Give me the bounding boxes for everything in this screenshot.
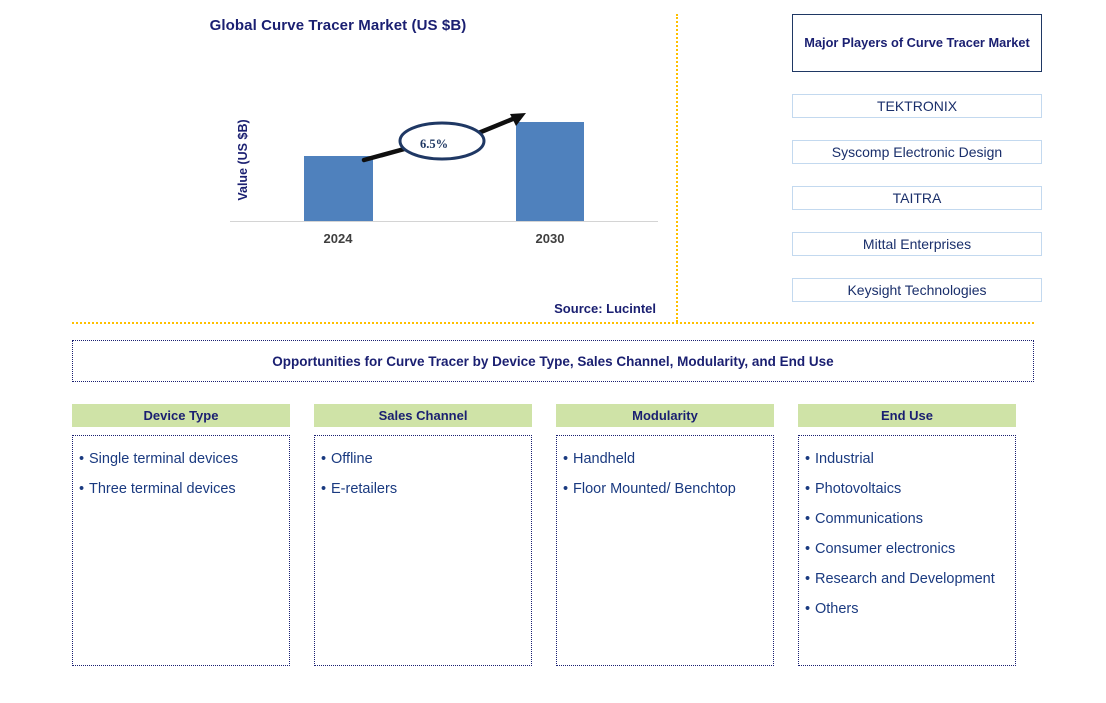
category-header-label-sales-channel: Sales Channel — [378, 408, 468, 423]
horizontal-dotted-divider — [72, 322, 1034, 324]
list-item: • Single terminal devices — [79, 444, 283, 474]
chart-title: Global Curve Tracer Market (US $B) — [209, 17, 467, 34]
list-item: • Research and Development — [805, 564, 1009, 594]
list-item-label: E-retailers — [331, 481, 398, 497]
player-box-4[interactable]: Mittal Enterprises — [792, 232, 1042, 256]
list-item-label: Communications — [815, 511, 923, 527]
player-box-1[interactable]: TEKTRONIX — [792, 94, 1042, 118]
category-header-label-end-use: End Use — [880, 408, 933, 423]
opportunities-banner-label: Opportunities for Curve Tracer by Device… — [272, 353, 834, 369]
list-item-label: Photovoltaics — [815, 481, 902, 497]
chart-panel: Global Curve Tracer Market (US $B) Value… — [0, 0, 676, 322]
category-header-end-use: End Use — [798, 404, 1016, 427]
list-item-label: Floor Mounted/ Benchtop — [573, 481, 736, 497]
category-column-modularity: Modularity • Handheld • Floor Mounted/ B… — [556, 404, 774, 666]
bullet-icon: • — [805, 601, 811, 617]
bullet-icon: • — [79, 451, 85, 467]
category-column-end-use: End Use • Industrial • Photovoltaics • C… — [798, 404, 1016, 666]
player-name-1: TEKTRONIX — [876, 98, 958, 114]
list-item-label: Three terminal devices — [89, 481, 236, 497]
list-item: • Others — [805, 594, 1009, 624]
bullet-icon: • — [805, 571, 811, 587]
bullet-icon: • — [563, 451, 569, 467]
list-item: • Three terminal devices — [79, 474, 283, 504]
bullet-icon: • — [805, 451, 811, 467]
list-item-label: Single terminal devices — [89, 451, 239, 467]
major-players-header: Major Players of Curve Tracer Market — [792, 14, 1042, 72]
list-item: • Handheld — [563, 444, 767, 474]
list-item-label: Consumer electronics — [815, 541, 956, 557]
list-item: • Floor Mounted/ Benchtop — [563, 474, 767, 504]
bullet-icon: • — [805, 481, 811, 497]
source-note: Source: Lucintel — [554, 301, 656, 316]
opportunity-category-columns: Device Type • Single terminal devices • … — [72, 404, 1034, 666]
list-item-label: Others — [815, 601, 859, 617]
bullet-icon: • — [805, 541, 811, 557]
category-body-device-type: • Single terminal devices • Three termin… — [72, 435, 290, 666]
chart-x-axis-line — [230, 221, 658, 222]
x-tick-label-2030: 2030 — [535, 231, 565, 246]
category-column-device-type: Device Type • Single terminal devices • … — [72, 404, 290, 666]
y-axis-label: Value (US $B) — [236, 119, 250, 201]
opportunities-banner: Opportunities for Curve Tracer by Device… — [72, 340, 1034, 382]
list-item: • Industrial — [805, 444, 1009, 474]
player-name-2: Syscomp Electronic Design — [831, 144, 1003, 160]
category-column-sales-channel: Sales Channel • Offline • E-retailers — [314, 404, 532, 666]
bullet-icon: • — [321, 451, 327, 467]
list-item-label: Research and Development — [815, 571, 995, 587]
list-item-label: Industrial — [815, 451, 874, 467]
category-header-label-device-type: Device Type — [143, 408, 219, 423]
player-box-3[interactable]: TAITRA — [792, 186, 1042, 210]
player-name-4: Mittal Enterprises — [862, 236, 972, 252]
cagr-value-label: 6.5% — [419, 137, 449, 151]
bullet-icon: • — [79, 481, 85, 497]
category-header-label-modularity: Modularity — [632, 408, 698, 423]
category-header-device-type: Device Type — [72, 404, 290, 427]
category-body-sales-channel: • Offline • E-retailers — [314, 435, 532, 666]
category-header-modularity: Modularity — [556, 404, 774, 427]
list-item-label: Offline — [331, 451, 373, 467]
vertical-dotted-divider — [676, 14, 678, 322]
player-box-2[interactable]: Syscomp Electronic Design — [792, 140, 1042, 164]
major-players-panel: Major Players of Curve Tracer Market TEK… — [792, 14, 1042, 302]
category-header-sales-channel: Sales Channel — [314, 404, 532, 427]
list-item: • Photovoltaics — [805, 474, 1009, 504]
player-box-5[interactable]: Keysight Technologies — [792, 278, 1042, 302]
category-body-modularity: • Handheld • Floor Mounted/ Benchtop — [556, 435, 774, 666]
list-item: • E-retailers — [321, 474, 525, 504]
bullet-icon: • — [321, 481, 327, 497]
list-item: • Communications — [805, 504, 1009, 534]
major-players-header-label: Major Players of Curve Tracer Market — [804, 35, 1030, 50]
player-name-3: TAITRA — [892, 190, 942, 206]
category-body-end-use: • Industrial • Photovoltaics • Communica… — [798, 435, 1016, 666]
player-name-5: Keysight Technologies — [847, 282, 987, 298]
x-tick-label-2024: 2024 — [323, 231, 353, 246]
list-item: • Offline — [321, 444, 525, 474]
bullet-icon: • — [563, 481, 569, 497]
bullet-icon: • — [805, 511, 811, 527]
list-item-label: Handheld — [573, 451, 636, 467]
list-item: • Consumer electronics — [805, 534, 1009, 564]
